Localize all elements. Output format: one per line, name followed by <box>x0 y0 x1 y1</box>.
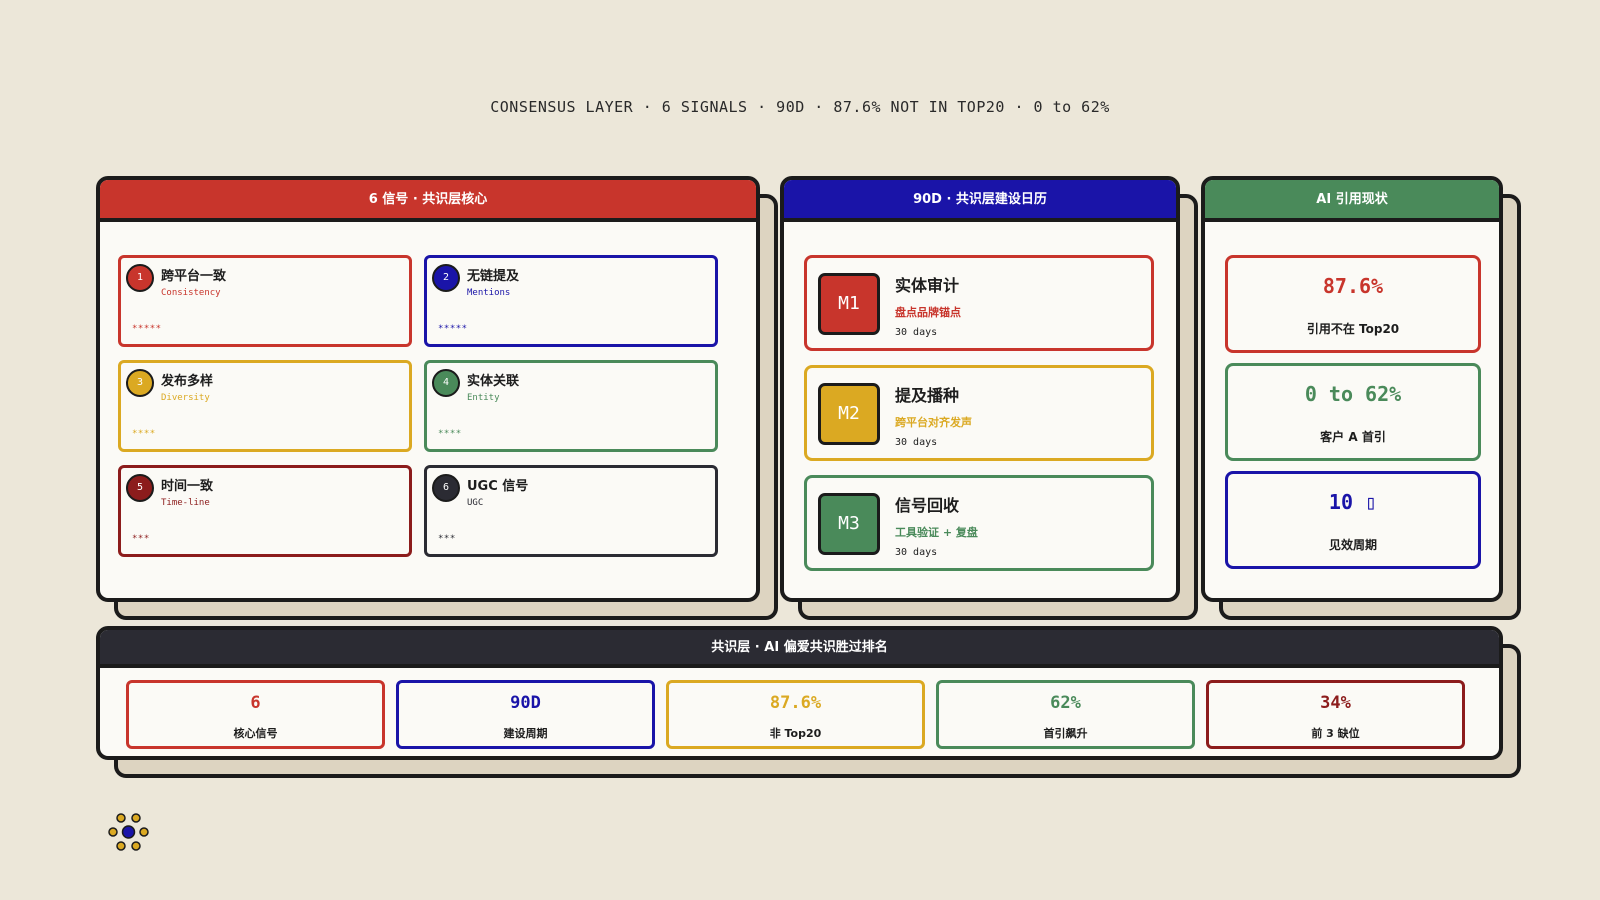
ai-stat-value: 87.6% <box>1322 274 1384 298</box>
signal-number-badge: 5 <box>126 474 154 502</box>
signal-number-badge: 1 <box>126 264 154 292</box>
milestone-subtitle: 工具验证 + 复盘 <box>895 526 978 539</box>
signal-rating-stars: *** <box>438 534 456 544</box>
summary-stat-label: 前 3 缺位 <box>1311 727 1360 740</box>
milestone-badge: M3 <box>818 493 880 555</box>
signal-card-timeline: 5 时间一致 Time-line *** <box>118 465 412 557</box>
signals-panel: 6 信号 · 共识层核心 1 跨平台一致 Consistency ***** 2… <box>96 176 778 620</box>
signal-subtitle: UGC <box>467 498 484 508</box>
summary-stat-signals: 6 核心信号 <box>126 680 385 749</box>
milestone-badge: M2 <box>818 383 880 445</box>
signal-subtitle: Consistency <box>161 288 221 298</box>
summary-stat-value: 90D <box>510 693 541 713</box>
ai-stat-label: 见效周期 <box>1328 538 1377 552</box>
signal-rating-stars: *** <box>132 534 150 544</box>
signal-title: 无链提及 <box>467 269 520 284</box>
signal-card-entity: 4 实体关联 Entity **** <box>424 360 718 452</box>
signal-subtitle: Mentions <box>467 288 511 298</box>
milestone-title: 实体审计 <box>895 276 960 295</box>
signal-card-consistency: 1 跨平台一致 Consistency ***** <box>118 255 412 347</box>
signal-number-badge: 3 <box>126 369 154 397</box>
ai-citation-panel: AI 引用现状 87.6% 引用不在 Top20 0 to 62% 客户 A 首… <box>1201 176 1521 620</box>
summary-stat-label: 非 Top20 <box>769 727 822 740</box>
summary-stat-cycle: 90D 建设周期 <box>396 680 655 749</box>
signal-card-mentions: 2 无链提及 Mentions ***** <box>424 255 718 347</box>
ai-stat-value: 10 ▯ <box>1328 490 1378 514</box>
ai-stat-card-not-top20: 87.6% 引用不在 Top20 <box>1225 255 1481 353</box>
summary-stat-value: 34% <box>1320 693 1351 713</box>
signal-card-ugc: 6 UGC 信号 UGC *** <box>424 465 718 557</box>
ai-stat-card-first-citation: 0 to 62% 客户 A 首引 <box>1225 363 1481 461</box>
signal-subtitle: Diversity <box>161 393 210 403</box>
calendar-panel-header: 90D · 共识层建设日历 <box>784 180 1176 222</box>
summary-stat-first-cite: 62% 首引飙升 <box>936 680 1195 749</box>
summary-panel-header: 共识层 · AI 偏爱共识胜过排名 <box>100 630 1499 668</box>
milestone-title: 提及播种 <box>895 386 960 405</box>
signal-rating-stars: **** <box>438 429 462 439</box>
signal-card-diversity: 3 发布多样 Diversity **** <box>118 360 412 452</box>
milestone-subtitle: 盘点品牌锚点 <box>895 306 961 319</box>
page-title: CONSENSUS LAYER · 6 SIGNALS · 90D · 87.6… <box>490 98 1110 116</box>
ai-stat-card-cycle: 10 ▯ 见效周期 <box>1225 471 1481 569</box>
signal-rating-stars: ***** <box>132 324 162 334</box>
signal-number-badge: 4 <box>432 369 460 397</box>
summary-stat-label: 建设周期 <box>503 727 548 740</box>
ai-panel-header: AI 引用现状 <box>1205 180 1499 222</box>
signal-number-badge: 2 <box>432 264 460 292</box>
signal-title: 发布多样 <box>161 374 214 389</box>
ai-stat-value: 0 to 62% <box>1304 382 1402 406</box>
summary-stat-label: 首引飙升 <box>1043 727 1088 740</box>
signal-title: 实体关联 <box>467 374 520 389</box>
signal-subtitle: Entity <box>467 393 500 403</box>
milestone-card-m3: M3 信号回收 工具验证 + 复盘 30 days <box>804 475 1154 571</box>
ai-stat-label: 客户 A 首引 <box>1320 430 1386 444</box>
signal-subtitle: Time-line <box>161 498 210 508</box>
calendar-panel: 90D · 共识层建设日历 M1 实体审计 盘点品牌锚点 30 days M2 … <box>780 176 1198 620</box>
signal-rating-stars: ***** <box>438 324 468 334</box>
milestone-subtitle: 跨平台对齐发声 <box>895 416 972 429</box>
milestone-card-m1: M1 实体审计 盘点品牌锚点 30 days <box>804 255 1154 351</box>
milestone-duration: 30 days <box>895 437 938 448</box>
summary-stat-value: 87.6% <box>769 693 822 713</box>
summary-stat-not-top20: 87.6% 非 Top20 <box>666 680 925 749</box>
milestone-title: 信号回收 <box>895 496 960 515</box>
dots-logo-icon <box>108 813 149 851</box>
signal-title: UGC 信号 <box>467 479 529 494</box>
signal-rating-stars: **** <box>132 429 156 439</box>
milestone-duration: 30 days <box>895 547 938 558</box>
milestone-card-m2: M2 提及播种 跨平台对齐发声 30 days <box>804 365 1154 461</box>
summary-stat-label: 核心信号 <box>233 727 278 740</box>
milestone-duration: 30 days <box>895 327 938 338</box>
signals-panel-header: 6 信号 · 共识层核心 <box>100 180 756 222</box>
signal-number-badge: 6 <box>432 474 460 502</box>
signal-title: 跨平台一致 <box>161 269 227 284</box>
summary-stat-top3-gap: 34% 前 3 缺位 <box>1206 680 1465 749</box>
milestone-badge: M1 <box>818 273 880 335</box>
summary-panel: 共识层 · AI 偏爱共识胜过排名 6 核心信号 90D 建设周期 87.6% … <box>96 626 1521 778</box>
summary-stat-value: 62% <box>1050 693 1081 713</box>
summary-stat-value: 6 <box>250 693 261 713</box>
signal-title: 时间一致 <box>161 479 214 494</box>
ai-stat-label: 引用不在 Top20 <box>1306 322 1400 336</box>
